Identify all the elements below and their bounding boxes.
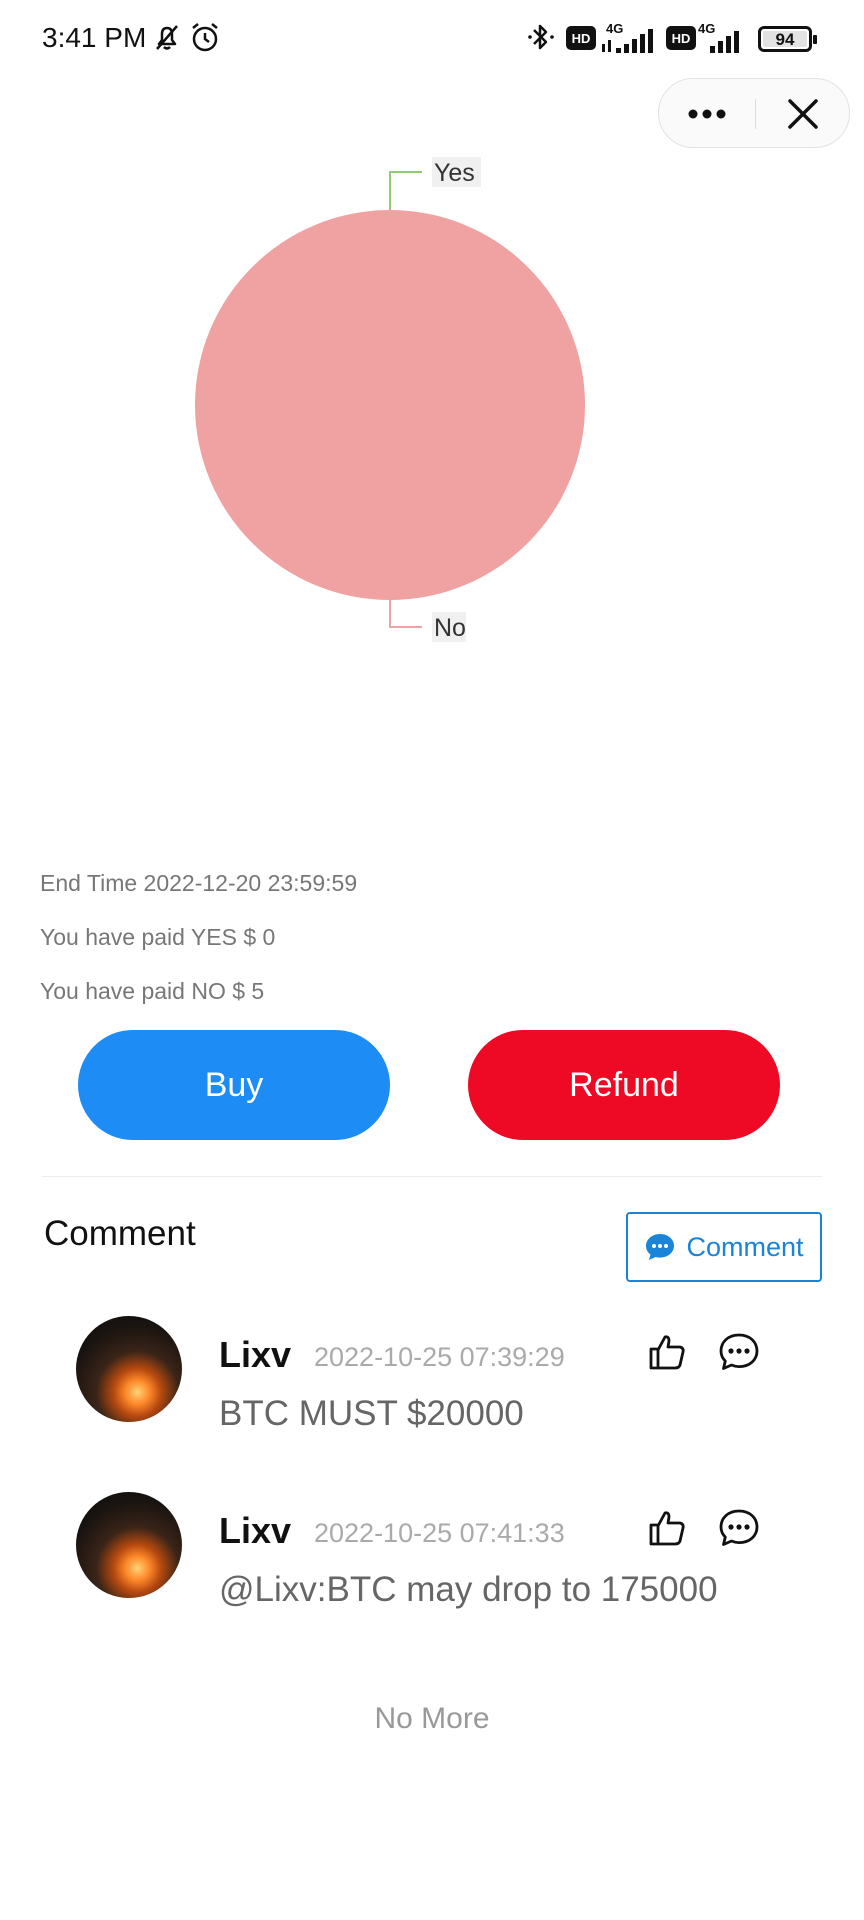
- battery-indicator: 94: [758, 26, 817, 52]
- bell-off-icon: [156, 25, 178, 50]
- comment-time: 2022-10-25 07:41:33: [314, 1518, 565, 1548]
- capsule-menu: [658, 78, 850, 148]
- yes-no-pie-chart: Yes No: [195, 157, 585, 642]
- comment-user[interactable]: Lixv: [219, 1510, 291, 1552]
- pie-leader-no: [389, 600, 422, 628]
- comment-user[interactable]: Lixv: [219, 1334, 291, 1376]
- avatar[interactable]: [76, 1492, 182, 1598]
- paid-no: You have paid NO $ 5: [40, 978, 265, 1004]
- comment-item: Lixv 2022-10-25 07:39:29 BTC MUST $20000: [0, 1316, 864, 1456]
- end-time: End Time 2022-12-20 23:59:59: [40, 870, 358, 896]
- more-dots-icon: [688, 109, 726, 119]
- signal-4g-icon: 4G: [698, 22, 739, 53]
- comment-section-title: Comment: [44, 1214, 196, 1253]
- section-divider: [42, 1176, 822, 1177]
- status-bar: 3:41 PM HD 4G HD 4G 94: [0, 0, 864, 78]
- reply-icon[interactable]: [718, 1332, 760, 1372]
- comment-text: @Lixv:BTC may drop to 175000: [219, 1570, 718, 1609]
- close-button[interactable]: [755, 79, 851, 149]
- comment-text: BTC MUST $20000: [219, 1394, 524, 1433]
- no-more-text: No More: [374, 1702, 490, 1735]
- pie-label-yes: Yes: [434, 159, 475, 187]
- like-icon[interactable]: [647, 1332, 687, 1372]
- pie-label-no: No: [434, 614, 466, 642]
- buy-button[interactable]: Buy: [78, 1030, 390, 1140]
- alarm-icon: [192, 23, 218, 52]
- more-button[interactable]: [659, 79, 755, 149]
- comment-time: 2022-10-25 07:39:29: [314, 1342, 565, 1372]
- battery-level: 94: [775, 30, 795, 49]
- bluetooth-icon: [528, 24, 554, 50]
- refund-button[interactable]: Refund: [468, 1030, 780, 1140]
- svg-text:HD: HD: [672, 31, 691, 46]
- pie-slice-no[interactable]: [195, 210, 585, 600]
- pie-leader-yes: [389, 171, 422, 210]
- svg-text:HD: HD: [572, 31, 591, 46]
- hd-icon: HD: [666, 26, 696, 50]
- chat-bubble-icon: [646, 1234, 675, 1260]
- avatar[interactable]: [76, 1316, 182, 1422]
- hd-icon: HD: [566, 26, 596, 50]
- close-icon: [788, 99, 818, 129]
- svg-text:4G: 4G: [698, 22, 715, 36]
- status-time: 3:41 PM: [42, 22, 147, 53]
- reply-icon[interactable]: [718, 1508, 760, 1548]
- comment-item: Lixv 2022-10-25 07:41:33 @Lixv:BTC may d…: [0, 1492, 864, 1632]
- paid-yes: You have paid YES $ 0: [40, 924, 276, 950]
- add-comment-button[interactable]: Comment: [626, 1212, 822, 1282]
- add-comment-label: Comment: [686, 1231, 804, 1262]
- svg-text:4G: 4G: [606, 22, 623, 36]
- like-icon[interactable]: [647, 1508, 687, 1548]
- signal-4g-icon: 4G: [602, 22, 653, 53]
